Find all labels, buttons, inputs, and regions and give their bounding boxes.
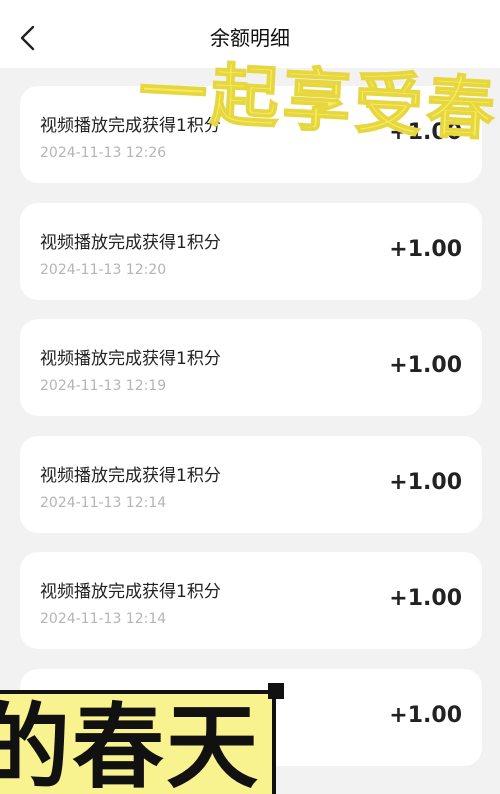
record-description: 视频播放完成获得1积分 — [40, 232, 221, 253]
record-card[interactable]: 视频播放完成获得1积分 2024-11-13 12:14 +1.00 — [20, 552, 482, 650]
sticker-resize-handle[interactable] — [268, 683, 284, 699]
record-amount: +1.00 — [389, 469, 462, 495]
record-amount: +1.00 — [389, 586, 462, 612]
record-time: 2024-11-13 12:20 — [40, 261, 167, 278]
record-description: 视频播放完成获得1积分 — [40, 465, 221, 486]
promo-sticker: 的春天 — [0, 690, 276, 794]
record-amount: +1.00 — [389, 353, 462, 379]
promo-sticker-text: 的春天 — [0, 694, 261, 794]
record-amount: +1.00 — [389, 702, 462, 728]
record-time: 2024-11-13 12:14 — [40, 611, 167, 628]
record-card[interactable]: 视频播放完成获得1积分 2024-11-13 12:20 +1.00 — [20, 202, 482, 300]
page-title: 余额明细 — [210, 26, 290, 50]
record-card[interactable]: 视频播放完成获得1积分 2024-11-13 12:14 +1.00 — [20, 435, 482, 533]
record-description: 视频播放完成获得1积分 — [40, 582, 221, 603]
record-time: 2024-11-13 12:19 — [40, 378, 167, 395]
balance-record-list: 视频播放完成获得1积分 2024-11-13 12:26 +1.00 视频播放完… — [20, 86, 482, 786]
record-description: 视频播放完成获得1积分 — [40, 349, 221, 370]
record-card[interactable]: 视频播放完成获得1积分 2024-11-13 12:26 +1.00 — [20, 86, 482, 183]
balance-detail-screen: 余额明细 视频播放完成获得1积分 2024-11-13 12:26 +1.00 … — [0, 0, 500, 794]
record-time: 2024-11-13 12:14 — [40, 494, 167, 511]
record-time: 2024-11-13 12:26 — [40, 145, 167, 161]
record-amount: +1.00 — [389, 120, 462, 145]
record-description: 视频播放完成获得1积分 — [40, 116, 221, 136]
record-card[interactable]: 视频播放完成获得1积分 2024-11-13 12:19 +1.00 — [20, 319, 482, 417]
record-amount: +1.00 — [389, 236, 462, 262]
top-nav-bar: 余额明细 — [0, 0, 500, 68]
